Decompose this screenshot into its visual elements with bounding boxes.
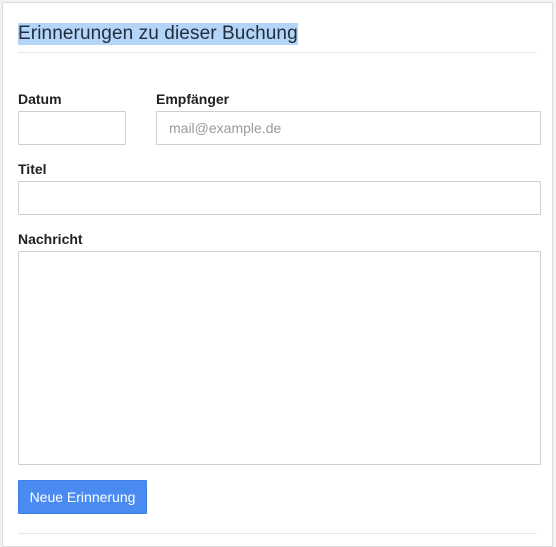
bottom-divider <box>18 533 537 534</box>
date-input[interactable] <box>18 111 126 145</box>
message-label: Nachricht <box>18 231 83 247</box>
message-textarea[interactable] <box>18 251 541 465</box>
new-reminder-button[interactable]: Neue Erinnerung <box>18 480 147 514</box>
reminder-panel: Erinnerungen zu dieser Buchung Datum Emp… <box>2 2 553 547</box>
date-label: Datum <box>18 91 62 107</box>
title-divider <box>18 52 537 53</box>
title-label: Titel <box>18 161 47 177</box>
recipient-label: Empfänger <box>156 91 230 107</box>
panel-title: Erinnerungen zu dieser Buchung <box>18 23 298 45</box>
recipient-email-input[interactable] <box>156 111 541 145</box>
title-input[interactable] <box>18 181 541 215</box>
